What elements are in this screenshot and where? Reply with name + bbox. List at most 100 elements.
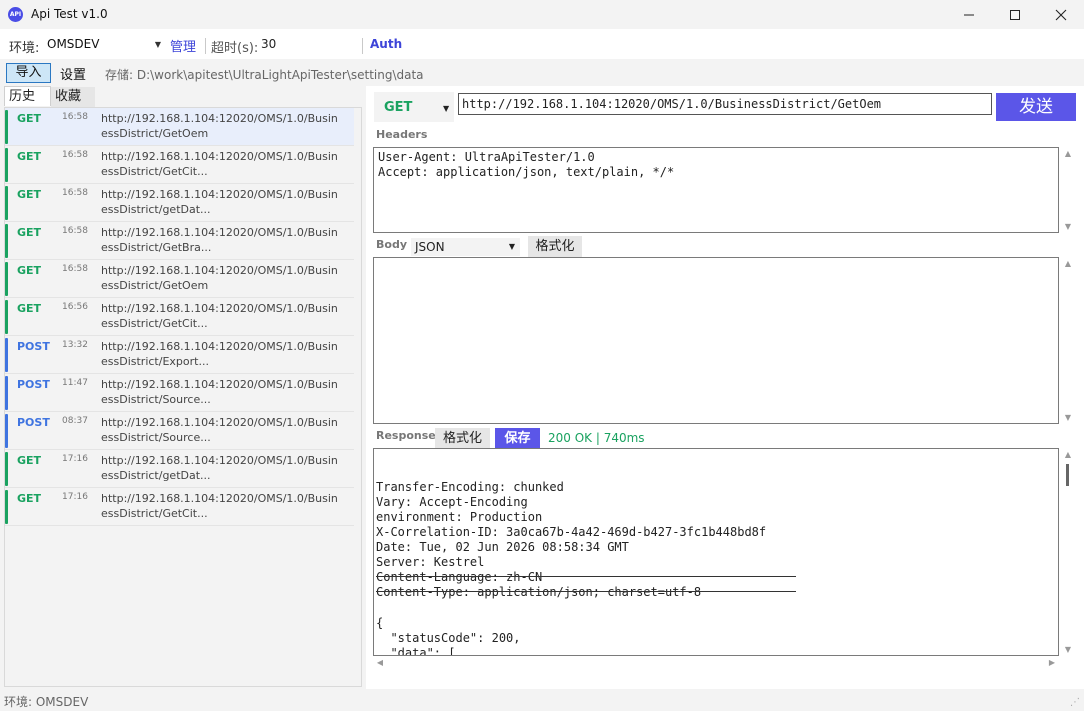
method-color-bar [5,110,8,144]
history-method: GET [17,226,42,239]
close-icon [1055,9,1067,20]
scroll-right-icon[interactable]: ▶ [1045,658,1059,667]
scroll-down-icon[interactable]: ▼ [1061,645,1075,654]
body-textarea[interactable] [373,257,1059,424]
method-color-bar [5,338,8,372]
close-button[interactable] [1038,0,1084,29]
history-method: POST [17,378,50,391]
scroll-left-icon[interactable]: ◀ [373,658,387,667]
auth-link[interactable]: Auth [370,37,402,51]
history-item[interactable]: GET 16:58 http://192.168.1.104:12020/OMS/1… [5,222,354,260]
history-url: http://192.168.1.104:12020/OMS/1.0/Busin… [101,112,338,140]
history-time: 16:58 [62,226,88,236]
window-title: Api Test v1.0 [31,7,108,21]
chevron-down-icon: ▼ [443,104,450,113]
divider [376,591,796,592]
history-method: GET [17,112,42,125]
history-url: http://192.168.1.104:12020/OMS/1.0/Busin… [101,378,338,406]
tab-favorites[interactable]: 收藏 [51,87,95,107]
history-method: GET [17,188,42,201]
history-item[interactable]: POST 11:47 http://192.168.1.104:12020/OMS/… [5,374,354,412]
history-url: http://192.168.1.104:12020/OMS/1.0/Busin… [101,492,338,520]
history-method: GET [17,454,42,467]
timeout-input[interactable]: 30 [261,37,356,55]
history-url: http://192.168.1.104:12020/OMS/1.0/Busin… [101,416,338,444]
history-item[interactable]: GET 16:56 http://192.168.1.104:12020/OMS/1… [5,298,354,336]
import-button[interactable]: 导入 [6,63,51,83]
history-item[interactable]: POST 08:37 http://192.168.1.104:12020/OMS/… [5,412,354,450]
chevron-down-icon: ▼ [508,242,515,251]
history-item[interactable]: GET 16:58 http://192.168.1.104:12020/OMS/1… [5,260,354,298]
body-label: Body [376,238,407,251]
minimize-icon [964,14,974,15]
url-input[interactable]: http://192.168.1.104:12020/OMS/1.0/Busin… [458,93,992,115]
scroll-thumb[interactable] [1066,464,1069,486]
storage-path: 存储: D:\work\apitest\UltraLightApiTester\… [105,68,424,82]
method-color-bar [5,452,8,486]
history-url: http://192.168.1.104:12020/OMS/1.0/Busin… [101,264,338,292]
history-item[interactable]: GET 17:16 http://192.168.1.104:12020/OMS/1… [5,450,354,488]
scroll-up-icon[interactable]: ▲ [1061,149,1075,158]
send-button[interactable]: 发送 [996,93,1076,121]
history-time: 16:56 [62,302,88,312]
status-bar-text: 环境: OMSDEV [4,695,89,709]
headers-textarea[interactable]: User-Agent: UltraApiTester/1.0 Accept: a… [373,147,1059,233]
tab-history[interactable]: 历史 [4,86,51,106]
history-item[interactable]: GET 16:58 http://192.168.1.104:12020/OMS/1… [5,108,354,146]
history-item[interactable]: GET 17:16 http://192.168.1.104:12020/OMS/1… [5,488,354,526]
save-button[interactable]: 保存 [495,428,540,449]
minimize-button[interactable] [946,0,992,29]
method-color-bar [5,262,8,296]
response-label: Response [376,429,436,442]
history-method: GET [17,302,42,315]
response-format-button[interactable]: 格式化 [435,428,490,449]
headers-scrollbar[interactable]: ▲ ▼ [1061,147,1075,233]
response-status: 200 OK | 740ms [548,431,645,445]
method-color-bar [5,414,8,448]
history-time: 11:47 [62,378,88,388]
history-method: GET [17,150,42,163]
scroll-down-icon[interactable]: ▼ [1061,222,1075,231]
history-url: http://192.168.1.104:12020/OMS/1.0/Busin… [101,454,338,482]
body-scrollbar[interactable]: ▲ ▼ [1061,257,1075,424]
history-url: http://192.168.1.104:12020/OMS/1.0/Busin… [101,226,338,254]
scroll-up-icon[interactable]: ▲ [1061,259,1075,268]
body-format-button[interactable]: 格式化 [528,236,582,257]
response-body: { "statusCode": 200, "data": [ [376,616,521,656]
response-textarea[interactable]: Transfer-Encoding: chunked Vary: Accept-… [373,448,1059,656]
history-url: http://192.168.1.104:12020/OMS/1.0/Busin… [101,340,338,368]
method-color-bar [5,300,8,334]
env-select-value: OMSDEV [47,37,100,51]
body-type-select[interactable]: JSON ▼ [411,238,520,256]
response-hscrollbar[interactable]: ◀ ▶ [373,658,1059,670]
history-method: GET [17,492,42,505]
status-bar [0,689,1084,711]
history-time: 16:58 [62,264,88,274]
chevron-down-icon: ▼ [154,40,161,49]
history-method: POST [17,416,50,429]
history-item[interactable]: POST 13:32 http://192.168.1.104:12020/OMS/… [5,336,354,374]
history-time: 16:58 [62,188,88,198]
divider [205,38,206,54]
settings-button[interactable]: 设置 [60,64,86,83]
maximize-icon [1010,9,1020,20]
history-time: 17:16 [62,492,88,502]
maximize-button[interactable] [992,0,1038,29]
history-method: GET [17,264,42,277]
env-select[interactable]: OMSDEV ▼ [47,37,163,55]
method-color-bar [5,186,8,220]
resize-grip-icon[interactable]: ⋰ [1070,697,1080,708]
manage-link[interactable]: 管理 [170,36,196,55]
history-url: http://192.168.1.104:12020/OMS/1.0/Busin… [101,150,338,178]
response-headers: Transfer-Encoding: chunked Vary: Accept-… [376,480,767,599]
divider [376,576,796,577]
method-color-bar [5,376,8,410]
history-item[interactable]: GET 16:58 http://192.168.1.104:12020/OMS/1… [5,146,354,184]
history-time: 17:16 [62,454,88,464]
scroll-up-icon[interactable]: ▲ [1061,450,1075,459]
history-item[interactable]: GET 16:58 http://192.168.1.104:12020/OMS/1… [5,184,354,222]
history-url: http://192.168.1.104:12020/OMS/1.0/Busin… [101,188,338,216]
scroll-down-icon[interactable]: ▼ [1061,413,1075,422]
method-color-bar [5,224,8,258]
app-logo-icon: API [8,7,23,22]
